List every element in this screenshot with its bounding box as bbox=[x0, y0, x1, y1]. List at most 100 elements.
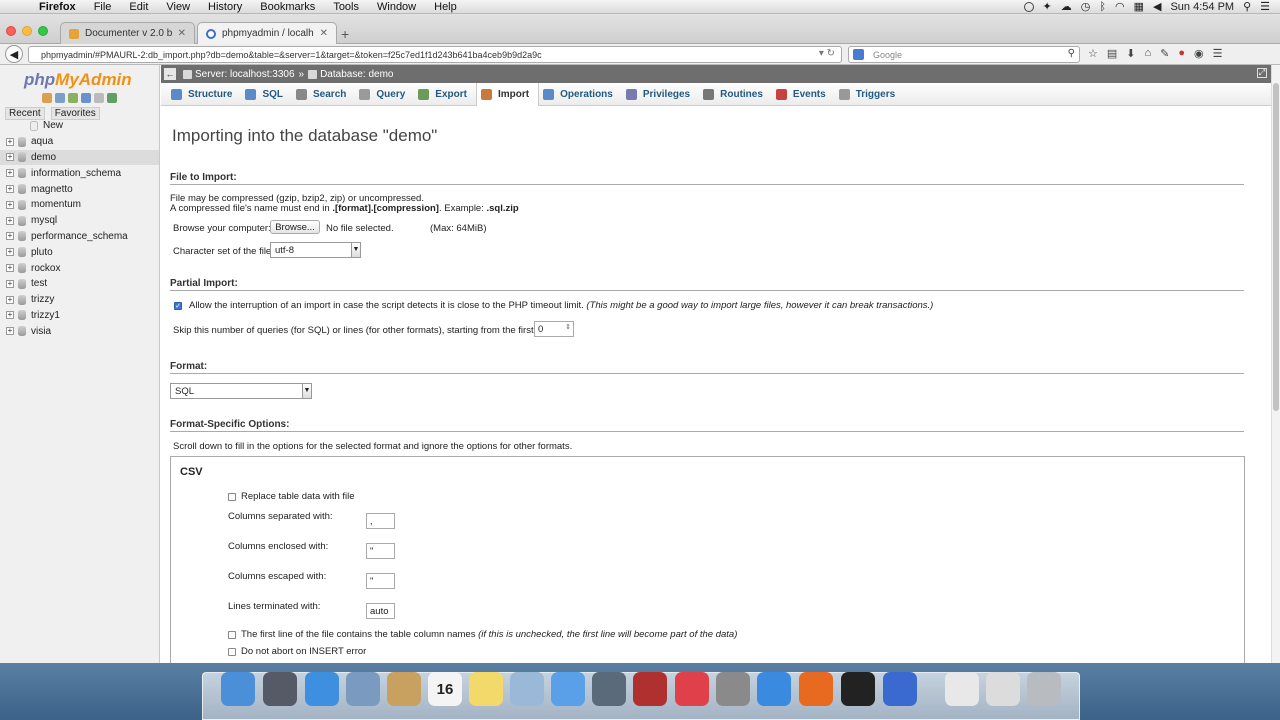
expand-icon[interactable]: + bbox=[6, 169, 14, 178]
browser-tab-phpmyadmin[interactable]: phpmyadmin / localhost /... ✕ bbox=[197, 22, 337, 44]
dock-notes-icon[interactable] bbox=[469, 672, 503, 706]
new-label[interactable]: New bbox=[43, 120, 63, 131]
menu-bookmarks[interactable]: Bookmarks bbox=[251, 1, 324, 13]
spotlight-icon[interactable]: ⚲ bbox=[1243, 0, 1251, 13]
replace-data-label[interactable]: Replace table data with file bbox=[241, 491, 355, 502]
skip-queries-input[interactable]: 0 ⇕ bbox=[534, 321, 574, 337]
menu-help[interactable]: Help bbox=[425, 1, 466, 13]
tree-database-trizzy[interactable]: + trizzy bbox=[0, 292, 159, 308]
tab-query[interactable]: Query bbox=[355, 84, 414, 106]
database-name[interactable]: magnetto bbox=[31, 184, 73, 195]
dock-documents-icon[interactable] bbox=[986, 672, 1020, 706]
tree-new-database[interactable]: New bbox=[0, 118, 159, 134]
database-name[interactable]: information_schema bbox=[31, 168, 121, 179]
expand-icon[interactable]: + bbox=[6, 327, 14, 336]
dock-contacts-icon[interactable] bbox=[387, 672, 421, 706]
menu-view[interactable]: View bbox=[157, 1, 199, 13]
minimize-window-button[interactable] bbox=[22, 26, 32, 36]
hamburger-menu-icon[interactable]: ☰ bbox=[1213, 47, 1223, 60]
database-name[interactable]: rockox bbox=[31, 263, 60, 274]
settings-icon[interactable] bbox=[94, 93, 104, 103]
breadcrumb-server[interactable]: Server: localhost:3306 bbox=[183, 69, 295, 80]
notification-center-icon[interactable]: ☰ bbox=[1260, 0, 1270, 13]
close-window-button[interactable] bbox=[6, 26, 16, 36]
tree-database-mysql[interactable]: + mysql bbox=[0, 213, 159, 229]
columns-enclosed-input[interactable]: " bbox=[366, 543, 395, 559]
breadcrumb-database-label[interactable]: Database: demo bbox=[320, 69, 393, 80]
breadcrumb-server-label[interactable]: Server: localhost:3306 bbox=[195, 69, 295, 80]
tab-privileges[interactable]: Privileges bbox=[622, 84, 699, 106]
expand-icon[interactable]: + bbox=[6, 232, 14, 241]
search-icon[interactable]: ⚲ bbox=[1068, 48, 1075, 59]
tab-search[interactable]: Search bbox=[292, 84, 355, 106]
volume-icon[interactable]: ◀ bbox=[1153, 0, 1161, 13]
expand-icon[interactable]: + bbox=[6, 185, 14, 194]
dock-messages-icon[interactable] bbox=[551, 672, 585, 706]
database-name[interactable]: trizzy1 bbox=[31, 310, 60, 321]
dock-trash-icon[interactable] bbox=[1027, 672, 1061, 706]
tab-events[interactable]: Events bbox=[772, 84, 835, 106]
dock-safari-icon[interactable] bbox=[305, 672, 339, 706]
columns-escaped-input[interactable]: " bbox=[366, 573, 395, 589]
tab-label[interactable]: Structure bbox=[188, 89, 232, 100]
format-select[interactable]: SQL ▼ bbox=[170, 383, 312, 399]
tab-export[interactable]: Export bbox=[414, 84, 476, 106]
tree-database-momentum[interactable]: + momentum bbox=[0, 197, 159, 213]
lines-terminated-input[interactable]: auto bbox=[366, 603, 395, 619]
logout-icon[interactable] bbox=[55, 93, 65, 103]
back-arrow-icon[interactable]: ◀ bbox=[5, 45, 23, 63]
expand-icon[interactable]: + bbox=[6, 200, 14, 209]
reload-icon[interactable]: ▾ ↻ bbox=[819, 48, 835, 59]
columns-separated-input[interactable]: , bbox=[366, 513, 395, 529]
status-record-icon[interactable] bbox=[1023, 1, 1034, 12]
tab-sql[interactable]: SQL bbox=[241, 84, 292, 106]
tree-database-trizzy1[interactable]: + trizzy1 bbox=[0, 308, 159, 324]
tab-label[interactable]: Triggers bbox=[856, 89, 895, 100]
scrollbar-thumb[interactable] bbox=[1273, 83, 1279, 411]
expand-icon[interactable]: + bbox=[6, 264, 14, 273]
docs-icon[interactable] bbox=[81, 93, 91, 103]
tab-label[interactable]: Events bbox=[793, 89, 826, 100]
menu-clock[interactable]: Sun 4:54 PM bbox=[1170, 1, 1234, 13]
dock-system-preferences-icon[interactable] bbox=[716, 672, 750, 706]
dock-launchpad-icon[interactable] bbox=[263, 672, 297, 706]
tree-database-test[interactable]: + test bbox=[0, 276, 159, 292]
firebug-icon[interactable]: ✎ bbox=[1160, 47, 1169, 60]
addon-icon[interactable]: ◉ bbox=[1194, 47, 1204, 60]
download-icon[interactable]: ⬇ bbox=[1126, 47, 1135, 60]
bluetooth-icon[interactable]: ᛒ bbox=[1099, 1, 1106, 13]
zoom-window-button[interactable] bbox=[38, 26, 48, 36]
tree-database-information_schema[interactable]: + information_schema bbox=[0, 165, 159, 181]
database-name[interactable]: mysql bbox=[31, 215, 57, 226]
url-text[interactable]: phpmyadmin/#PMAURL-2:db_import.php?db=de… bbox=[41, 50, 542, 60]
flag-icon[interactable]: ▦ bbox=[1134, 0, 1144, 13]
dock-terminal-icon[interactable] bbox=[841, 672, 875, 706]
allow-interrupt-checkbox[interactable]: ✓ bbox=[174, 302, 182, 310]
tree-database-performance_schema[interactable]: + performance_schema bbox=[0, 229, 159, 245]
allow-interrupt-label[interactable]: Allow the interruption of an import in c… bbox=[189, 300, 933, 311]
database-name[interactable]: trizzy bbox=[31, 294, 54, 305]
first-line-names-checkbox[interactable] bbox=[228, 631, 236, 639]
breadcrumb-database[interactable]: Database: demo bbox=[308, 69, 393, 80]
maximize-icon[interactable]: ⤢ bbox=[1257, 68, 1267, 78]
no-abort-checkbox[interactable] bbox=[228, 648, 236, 656]
tree-database-visia[interactable]: + visia bbox=[0, 323, 159, 339]
expand-icon[interactable]: + bbox=[6, 279, 14, 288]
expand-icon[interactable]: + bbox=[6, 295, 14, 304]
menu-tools[interactable]: Tools bbox=[324, 1, 368, 13]
expand-icon[interactable]: + bbox=[6, 137, 14, 146]
tree-database-pluto[interactable]: + pluto bbox=[0, 244, 159, 260]
database-name[interactable]: test bbox=[31, 278, 47, 289]
wifi-icon[interactable]: ◠ bbox=[1115, 0, 1125, 13]
dock-mail-bird-icon[interactable] bbox=[346, 672, 380, 706]
dock-finder-icon[interactable] bbox=[221, 672, 255, 706]
tab-label[interactable]: Search bbox=[313, 89, 346, 100]
no-abort-label[interactable]: Do not abort on INSERT error bbox=[241, 646, 366, 657]
dock-preview-icon[interactable] bbox=[510, 672, 544, 706]
google-search-engine-icon[interactable] bbox=[853, 49, 864, 60]
bookmarks-list-icon[interactable]: ▤ bbox=[1107, 47, 1117, 60]
menu-edit[interactable]: Edit bbox=[120, 1, 157, 13]
tab-close-icon[interactable]: ✕ bbox=[178, 28, 186, 39]
phpmyadmin-logo[interactable]: phpMyAdmin bbox=[24, 70, 132, 90]
tab-label[interactable]: Import bbox=[498, 89, 529, 100]
